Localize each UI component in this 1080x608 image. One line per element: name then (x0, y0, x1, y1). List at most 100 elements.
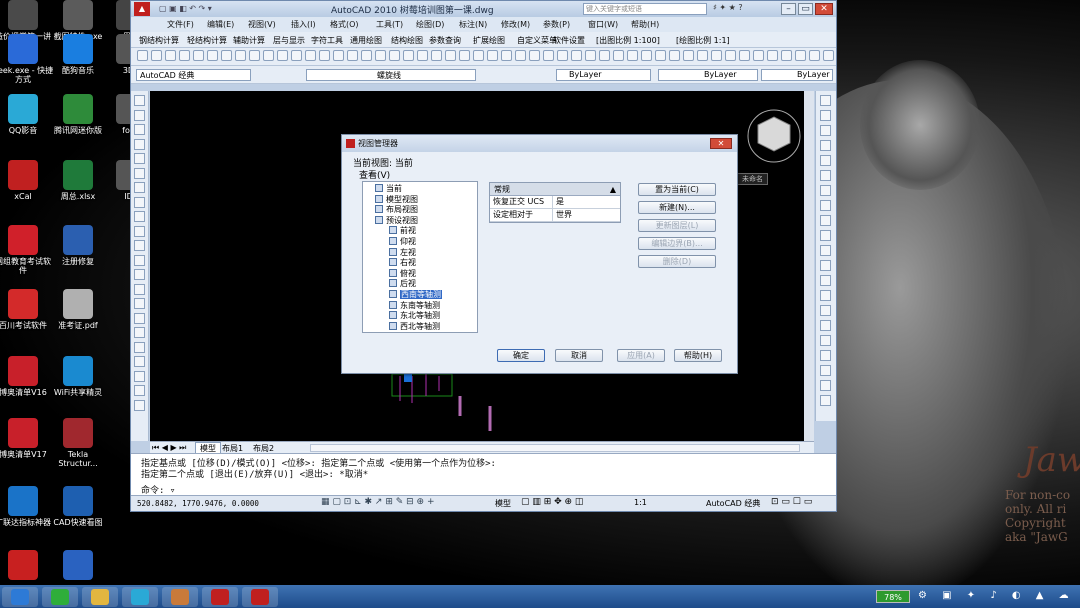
desktop-icon[interactable]: CAD快速看图 (47, 486, 109, 527)
draw-tool-icon[interactable] (134, 182, 145, 193)
toolbar-tool-icon[interactable] (487, 50, 498, 61)
draw-tool-icon[interactable] (134, 269, 145, 280)
toolbar-tool-icon[interactable] (515, 50, 526, 61)
toolbar-tool-icon[interactable] (165, 50, 176, 61)
toolbar-tool-icon[interactable] (319, 50, 330, 61)
view-tree-item[interactable]: 后视 (389, 279, 416, 289)
draw-tool-icon[interactable] (134, 153, 145, 164)
view-tree-item[interactable]: 西北等轴测 (389, 321, 440, 332)
plugin-menu-item[interactable]: 层与显示 (273, 35, 305, 46)
view-tree-item[interactable]: 东南等轴测 (389, 300, 440, 311)
plugin-menu-item[interactable]: 辅助计算 (233, 35, 265, 46)
plugin-menu-item[interactable]: 通用绘图 (350, 35, 382, 46)
plugin-menu-item[interactable]: 参数查询 (429, 35, 461, 46)
plugin-menu-item[interactable]: [绘图比例 1:1] (676, 35, 730, 46)
menu-item[interactable]: 格式(O) (330, 19, 359, 30)
toolbar-tool-icon[interactable] (809, 50, 820, 61)
desktop-icon[interactable]: 注册修复 (47, 225, 109, 266)
toolbar-tool-icon[interactable] (613, 50, 624, 61)
modify-tool-icon[interactable] (820, 365, 831, 376)
toolbar-tool-icon[interactable] (739, 50, 750, 61)
annotation-scale[interactable]: 1:1 (634, 498, 647, 507)
horizontal-scrollbar[interactable] (310, 444, 800, 452)
minimize-button[interactable]: – (781, 3, 796, 15)
toolbar-tool-icon[interactable] (571, 50, 582, 61)
draw-tool-icon[interactable] (134, 327, 145, 338)
toolbar-tool-icon[interactable] (767, 50, 778, 61)
model-space-button[interactable]: 模型 (495, 498, 511, 509)
menu-item[interactable]: 参数(P) (543, 19, 570, 30)
dialog-side-button[interactable]: 新建(N)... (638, 201, 716, 214)
autocad-logo-icon[interactable]: ▲ (134, 2, 150, 16)
draw-tool-icon[interactable] (134, 341, 145, 353)
toolbar-tool-icon[interactable] (221, 50, 232, 61)
modify-tool-icon[interactable] (820, 260, 831, 271)
menu-item[interactable]: 修改(M) (501, 19, 530, 30)
modify-tool-icon[interactable] (820, 305, 831, 316)
view-tree-item[interactable]: 左视 (389, 247, 416, 258)
taskbar-app-button[interactable] (82, 587, 118, 607)
status-tray-icons[interactable]: ⊡ ▭ ☐ ▭ (771, 497, 812, 507)
toolbar-tool-icon[interactable] (711, 50, 722, 61)
toolbar-tool-icon[interactable] (725, 50, 736, 61)
toolbar-tool-icon[interactable] (683, 50, 694, 61)
tab-nav-icons[interactable]: ⏮ ◀ ▶ ⏭ (152, 443, 186, 453)
menu-item[interactable]: 窗口(W) (588, 19, 618, 30)
view-tree-item[interactable]: 仰视 (389, 237, 416, 247)
close-button[interactable]: ✕ (815, 3, 833, 15)
workspace-select[interactable]: AutoCAD 经典 (136, 69, 251, 81)
search-input[interactable]: 键入关键字或短语 (583, 3, 707, 15)
view-tree-item[interactable]: 俯视 (389, 268, 416, 279)
dialog-bottom-button[interactable]: 应用(A) (617, 349, 665, 362)
battery-indicator[interactable]: 78% (876, 590, 910, 603)
toolbar-tool-icon[interactable] (445, 50, 456, 61)
plugin-menu-item[interactable]: 扩展绘图 (473, 35, 505, 46)
toolbar-tool-icon[interactable] (263, 50, 274, 61)
status-icons[interactable]: ▢ ▥ ⊞ ✥ ⊕ ◫ (521, 497, 583, 507)
modify-tool-icon[interactable] (820, 200, 831, 211)
desktop-icon[interactable]: Tekla Structur... (47, 418, 109, 468)
taskbar-app-button[interactable] (242, 587, 278, 607)
toolbar-tool-icon[interactable] (557, 50, 568, 61)
toolbar-tool-icon[interactable] (291, 50, 302, 61)
modify-tool-icon[interactable] (820, 215, 831, 226)
desktop-icon[interactable]: 博奥清单V16 (0, 356, 54, 397)
draw-tool-icon[interactable] (134, 225, 145, 237)
dialog-side-button[interactable]: 编辑边界(B)... (638, 237, 716, 250)
view-tree-item[interactable]: 当前 (375, 184, 402, 194)
modify-tool-icon[interactable] (820, 395, 831, 406)
draw-tool-icon[interactable] (134, 240, 145, 251)
view-tree-item[interactable]: 预设视图 (375, 215, 418, 226)
help-icons[interactable]: ♯ ✦ ★ ? (713, 3, 743, 12)
toolbar-tool-icon[interactable] (501, 50, 512, 61)
toolbar-tool-icon[interactable] (305, 50, 316, 61)
desktop-icon[interactable]: 广联达指标神器 (0, 486, 54, 527)
modify-tool-icon[interactable] (820, 320, 831, 331)
toolbar-tool-icon[interactable] (361, 50, 372, 61)
toolbar-tool-icon[interactable] (207, 50, 218, 61)
menu-item[interactable]: 绘图(D) (416, 19, 444, 30)
plugin-menu-item[interactable]: 字符工具 (311, 35, 343, 46)
desktop-icon[interactable]: WiFi共享精灵 (47, 356, 109, 397)
desktop-icon[interactable] (0, 550, 54, 582)
toolbar-tool-icon[interactable] (627, 50, 638, 61)
toolbar-tool-icon[interactable] (795, 50, 806, 61)
toolbar-tool-icon[interactable] (599, 50, 610, 61)
taskbar-app-button[interactable] (162, 587, 198, 607)
toolbar-tool-icon[interactable] (431, 50, 442, 61)
toolbar-tool-icon[interactable] (459, 50, 470, 61)
taskbar-app-button[interactable] (122, 587, 158, 607)
menu-item[interactable]: 插入(I) (291, 19, 316, 30)
toolbar-tool-icon[interactable] (753, 50, 764, 61)
view-tree-item[interactable]: 前视 (389, 226, 416, 236)
menu-item[interactable]: 工具(T) (376, 19, 403, 30)
toolbar-tool-icon[interactable] (529, 50, 540, 61)
taskbar-app-button[interactable] (42, 587, 78, 607)
toolbar-tool-icon[interactable] (235, 50, 246, 61)
property-row[interactable]: 恢复正交 UCS 是 (490, 196, 620, 209)
desktop-icon[interactable]: 网组教育考试软件 (0, 225, 54, 275)
toolbar-tool-icon[interactable] (333, 50, 344, 61)
toolbar-tool-icon[interactable] (347, 50, 358, 61)
quick-access-icons[interactable]: ▢ ▣ ◧ ↶ ↷ ▾ (159, 4, 212, 13)
menu-item[interactable]: 编辑(E) (207, 19, 234, 30)
